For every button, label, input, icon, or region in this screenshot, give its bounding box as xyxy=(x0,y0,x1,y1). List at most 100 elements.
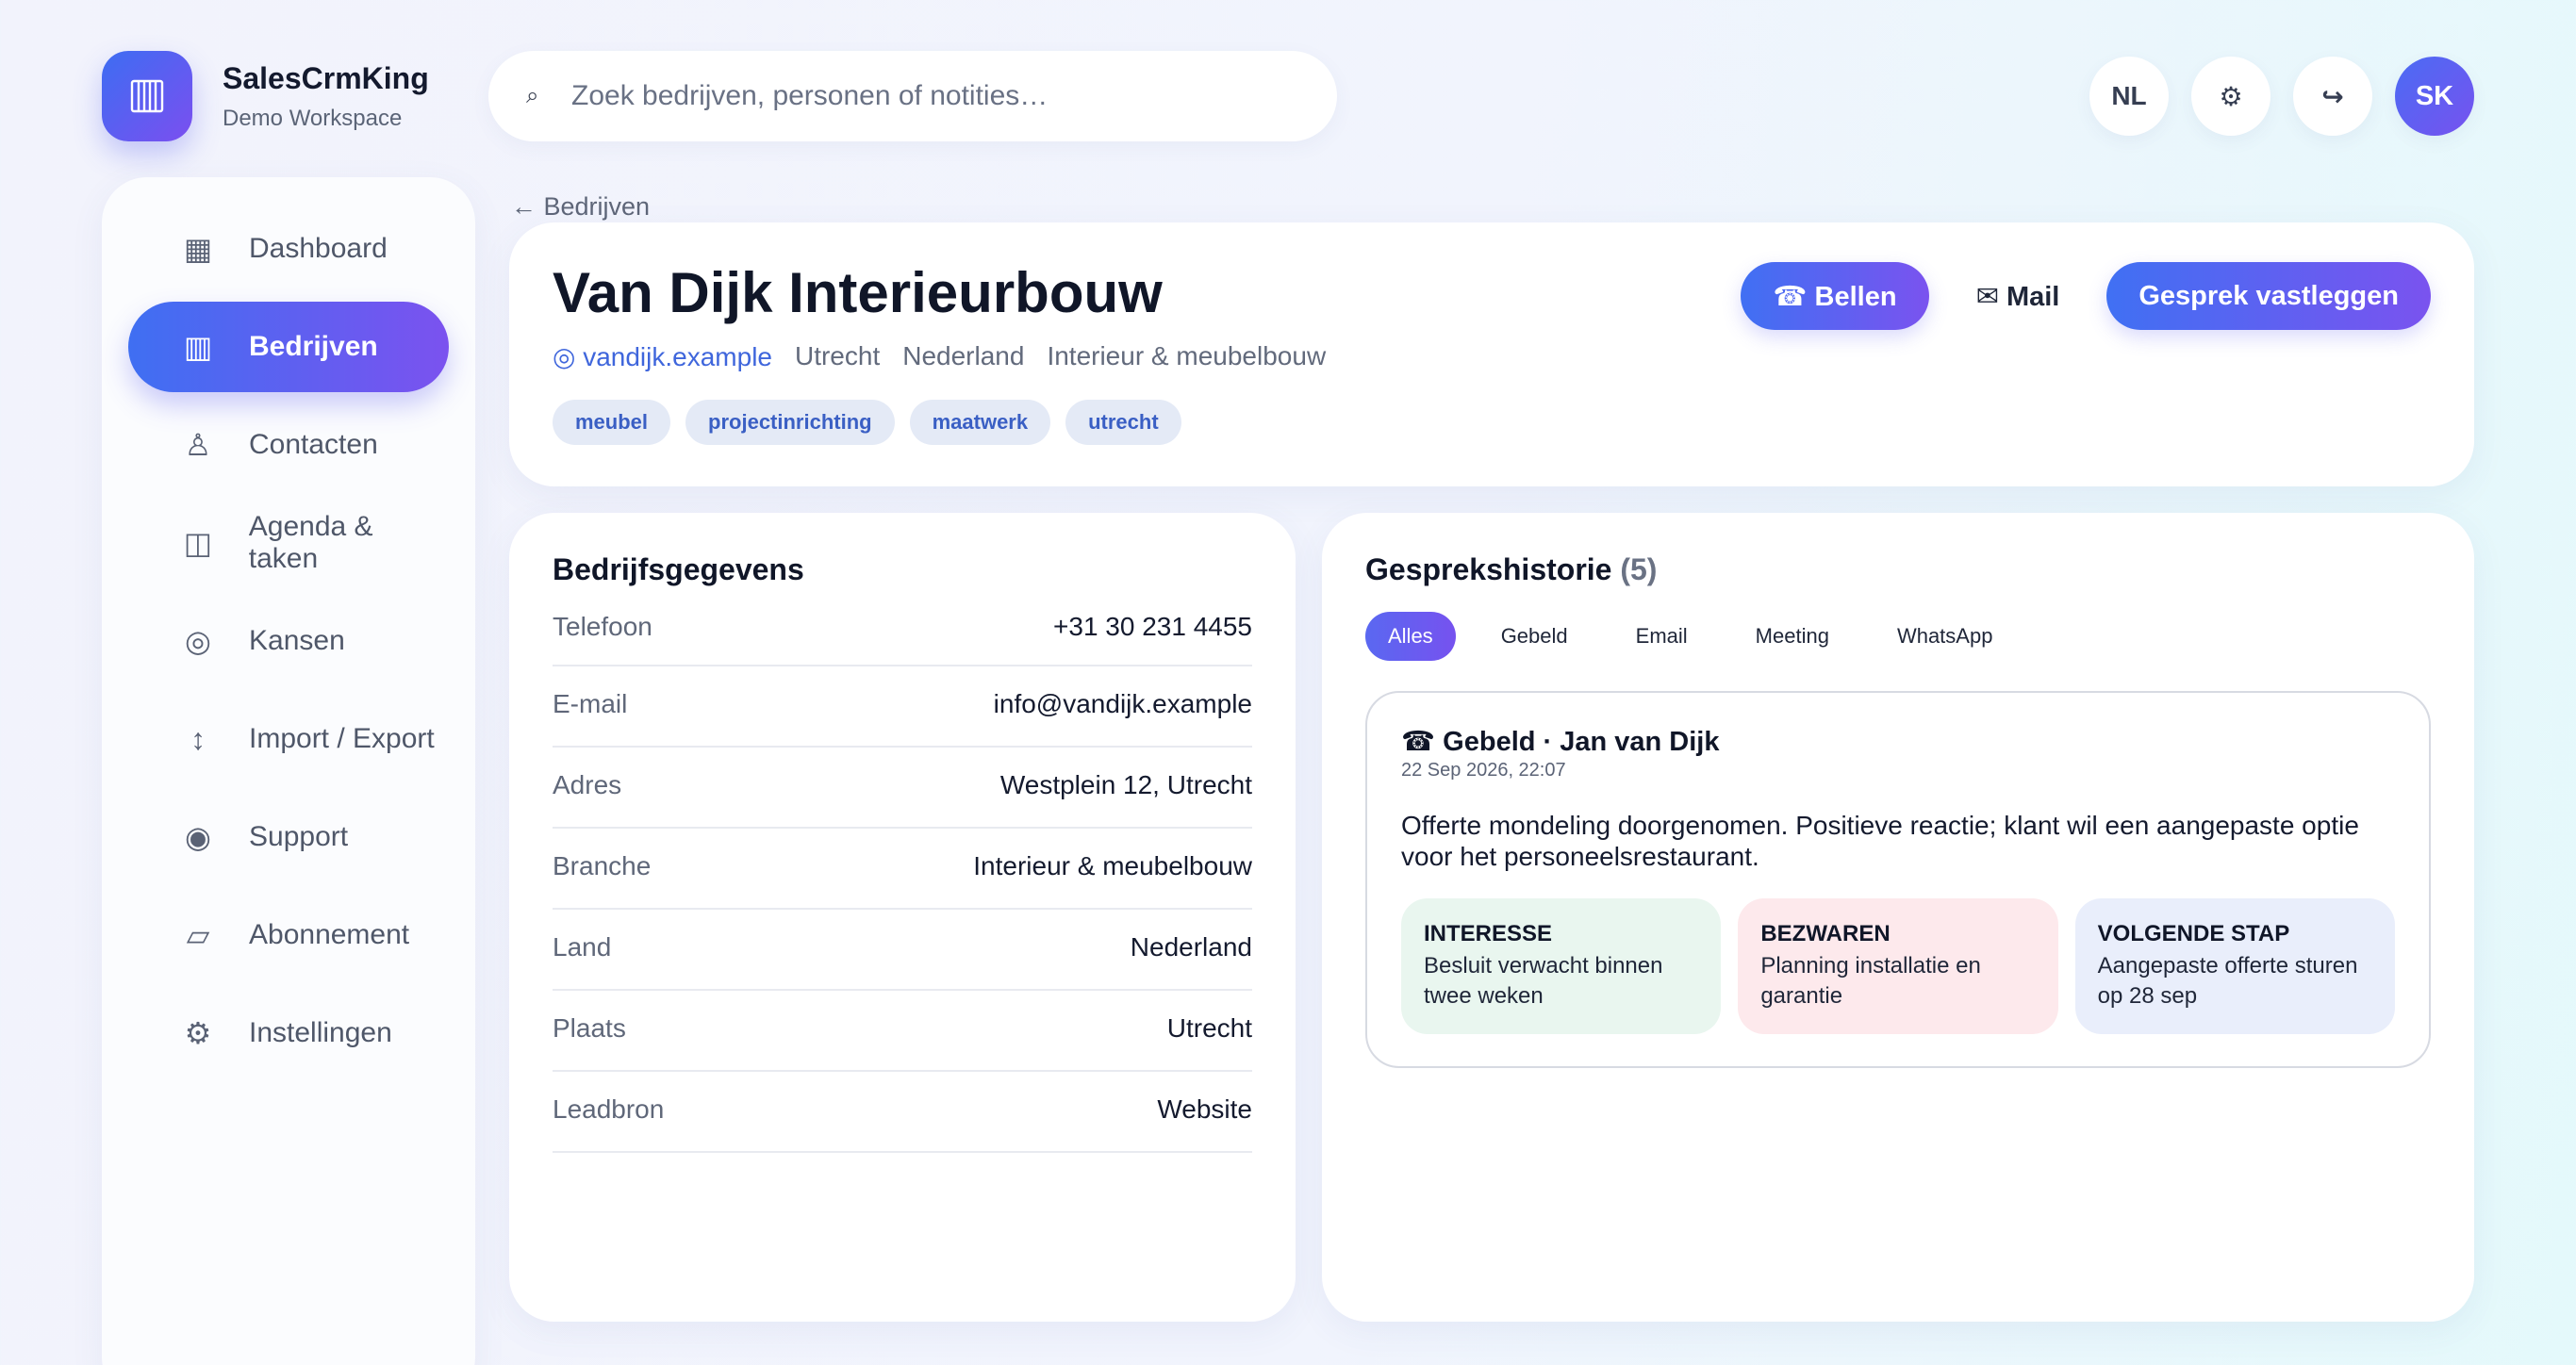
lead-source-value: Website xyxy=(1157,1094,1252,1124)
card-icon: ▱ xyxy=(186,918,210,952)
company-country: Nederland xyxy=(902,341,1025,370)
search-icon: ⌕ xyxy=(526,83,539,108)
sidebar-item-label: Abonnement xyxy=(249,919,410,950)
company-details-card: Bedrijfsgegevens Telefoon +31 30 231 445… xyxy=(509,513,1296,1322)
industry-value: Interieur & meubelbouw xyxy=(973,851,1252,880)
mail-button[interactable]: ✉ Mail xyxy=(1955,262,2081,330)
sidebar-item-dashboard[interactable]: ▦ Dashboard xyxy=(128,204,449,294)
sidebar-item-abonnement[interactable]: ▱ Abonnement xyxy=(128,890,449,980)
detail-key: Plaats xyxy=(553,1013,626,1043)
detail-row-city: Plaats Utrecht xyxy=(553,991,1252,1072)
conversation-history-card: Gesprekshistorie (5) Alles Gebeld Email … xyxy=(1322,513,2474,1322)
filter-whatsapp[interactable]: WhatsApp xyxy=(1874,612,2016,661)
tag[interactable]: meubel xyxy=(553,400,671,445)
company-meta: ◎ vandijk.example Utrecht Nederland Inte… xyxy=(553,341,1326,372)
sidebar-item-import-export[interactable]: ↕ Import / Export xyxy=(128,694,449,784)
detail-row-lead-source: Leadbron Website xyxy=(553,1072,1252,1153)
detail-row-industry: Branche Interieur & meubelbouw xyxy=(553,829,1252,910)
detail-row-country: Land Nederland xyxy=(553,910,1252,991)
objections-box: BEZWAREN Planning installatie en garanti… xyxy=(1738,898,2058,1034)
brand[interactable]: SalesCrmKing Demo Workspace xyxy=(102,51,429,141)
history-item-title: ☎ Gebeld · Jan van Dijk xyxy=(1401,727,1720,757)
phone-value[interactable]: +31 30 231 4455 xyxy=(1053,612,1252,642)
logout-icon[interactable]: ↪ xyxy=(2293,57,2372,136)
objections-text: Planning installatie en garantie xyxy=(1760,953,1981,1009)
detail-key: E-mail xyxy=(553,689,628,718)
sidebar-item-label: Dashboard xyxy=(249,233,388,264)
sidebar-item-label: Bedrijven xyxy=(249,331,378,362)
history-item[interactable]: ☎ Gebeld · Jan van Dijk 22 Sep 2026, 22:… xyxy=(1365,691,2431,1068)
call-button[interactable]: ☎ Bellen xyxy=(1741,262,1929,330)
detail-row-email: E-mail info@vandijk.example xyxy=(553,666,1252,748)
import-export-arrows-icon: ↕ xyxy=(190,721,206,756)
detail-key: Leadbron xyxy=(553,1094,665,1124)
sidebar-item-label: Kansen xyxy=(249,625,345,656)
history-item-timestamp: 22 Sep 2026, 22:07 xyxy=(1401,760,1566,781)
history-count: (5) xyxy=(1620,552,1658,586)
target-icon: ◎ xyxy=(185,624,211,658)
address-value: Westplein 12, Utrecht xyxy=(999,770,1252,799)
filter-called[interactable]: Gebeld xyxy=(1478,612,1591,661)
next-step-box: VOLGENDE STAP Aangepaste offerte sturen … xyxy=(2074,898,2395,1034)
gear-icon: ⚙ xyxy=(184,1016,212,1050)
tag[interactable]: projectinrichting xyxy=(685,400,895,445)
settings-gear-icon[interactable]: ⚙ xyxy=(2191,57,2271,136)
sidebar-item-label: Import / Export xyxy=(249,723,435,754)
sidebar-item-support[interactable]: ◉ Support xyxy=(128,792,449,882)
detail-key: Adres xyxy=(553,770,622,799)
country-value: Nederland xyxy=(1130,932,1252,962)
search-bar[interactable]: ⌕ xyxy=(488,51,1337,141)
history-filter-tabs: Alles Gebeld Email Meeting WhatsApp xyxy=(1365,612,2431,661)
breadcrumb-back-link[interactable]: ← Bedrijven xyxy=(511,192,650,222)
dashboard-grid-icon: ▦ xyxy=(183,232,213,266)
card-title: Bedrijfsgegevens xyxy=(553,552,804,586)
sidebar-item-label: Agenda & taken xyxy=(248,511,373,574)
brand-name: SalesCrmKing xyxy=(223,60,429,95)
tag[interactable]: utrecht xyxy=(1065,400,1181,445)
building-icon: ▥ xyxy=(183,330,213,364)
language-button[interactable]: NL xyxy=(2089,57,2169,136)
detail-list: Telefoon +31 30 231 4455 E-mail info@van… xyxy=(553,593,1252,1153)
company-city: Utrecht xyxy=(794,341,881,370)
person-icon: ♙ xyxy=(184,428,212,462)
detail-key: Branche xyxy=(553,851,652,880)
detail-key: Telefoon xyxy=(553,612,652,641)
card-title: Gesprekshistorie (5) xyxy=(1365,552,2431,587)
interest-label: INTERESSE xyxy=(1424,921,1553,946)
top-actions: NL ⚙ ↪ SK xyxy=(2089,57,2474,136)
sidebar-item-label: Instellingen xyxy=(249,1017,392,1048)
building-icon xyxy=(102,51,192,141)
history-item-summary: INTERESSE Besluit verwacht binnen twee w… xyxy=(1401,898,2395,1034)
header-actions: ☎ Bellen ✉ Mail Gesprek vastleggen xyxy=(1741,262,2431,330)
filter-email[interactable]: Email xyxy=(1612,612,1710,661)
history-title: Gesprekshistorie xyxy=(1365,552,1612,586)
company-header-card: Van Dijk Interieurbouw ◎ vandijk.example… xyxy=(509,222,2474,486)
city-value: Utrecht xyxy=(1166,1013,1252,1043)
workspace-name: Demo Workspace xyxy=(223,105,403,131)
detail-key: Land xyxy=(553,932,612,962)
history-item-body: Offerte mondeling doorgenomen. Positieve… xyxy=(1401,811,2359,871)
filter-meeting[interactable]: Meeting xyxy=(1732,612,1852,661)
tag[interactable]: maatwerk xyxy=(909,400,1051,445)
next-step-text: Aangepaste offerte sturen op 28 sep xyxy=(2097,953,2358,1009)
avatar[interactable]: SK xyxy=(2395,57,2474,136)
calendar-icon: ◫ xyxy=(183,526,212,560)
sidebar-item-bedrijven[interactable]: ▥ Bedrijven xyxy=(128,302,449,392)
filter-all[interactable]: Alles xyxy=(1365,612,1456,661)
detail-row-address: Adres Westplein 12, Utrecht xyxy=(553,748,1252,829)
sidebar-item-label: Contacten xyxy=(249,429,378,460)
sidebar-item-contacten[interactable]: ♙ Contacten xyxy=(128,400,449,490)
page-title: Van Dijk Interieurbouw xyxy=(553,261,1163,324)
sidebar: ▦ Dashboard ▥ Bedrijven ♙ Contacten ◫ Ag… xyxy=(102,177,475,1365)
sidebar-item-instellingen[interactable]: ⚙ Instellingen xyxy=(128,988,449,1078)
interest-text: Besluit verwacht binnen twee weken xyxy=(1424,953,1663,1009)
search-input[interactable] xyxy=(571,80,1307,112)
log-conversation-button[interactable]: Gesprek vastleggen xyxy=(2106,262,2431,330)
sidebar-item-label: Support xyxy=(249,821,349,852)
next-step-label: VOLGENDE STAP xyxy=(2097,921,2290,946)
sidebar-item-kansen[interactable]: ◎ Kansen xyxy=(128,596,449,686)
sidebar-item-agenda[interactable]: ◫ Agenda & taken xyxy=(128,498,449,588)
website-link[interactable]: ◎ vandijk.example xyxy=(553,341,772,372)
email-value[interactable]: info@vandijk.example xyxy=(994,689,1252,719)
company-industry: Interieur & meubelbouw xyxy=(1047,341,1327,370)
